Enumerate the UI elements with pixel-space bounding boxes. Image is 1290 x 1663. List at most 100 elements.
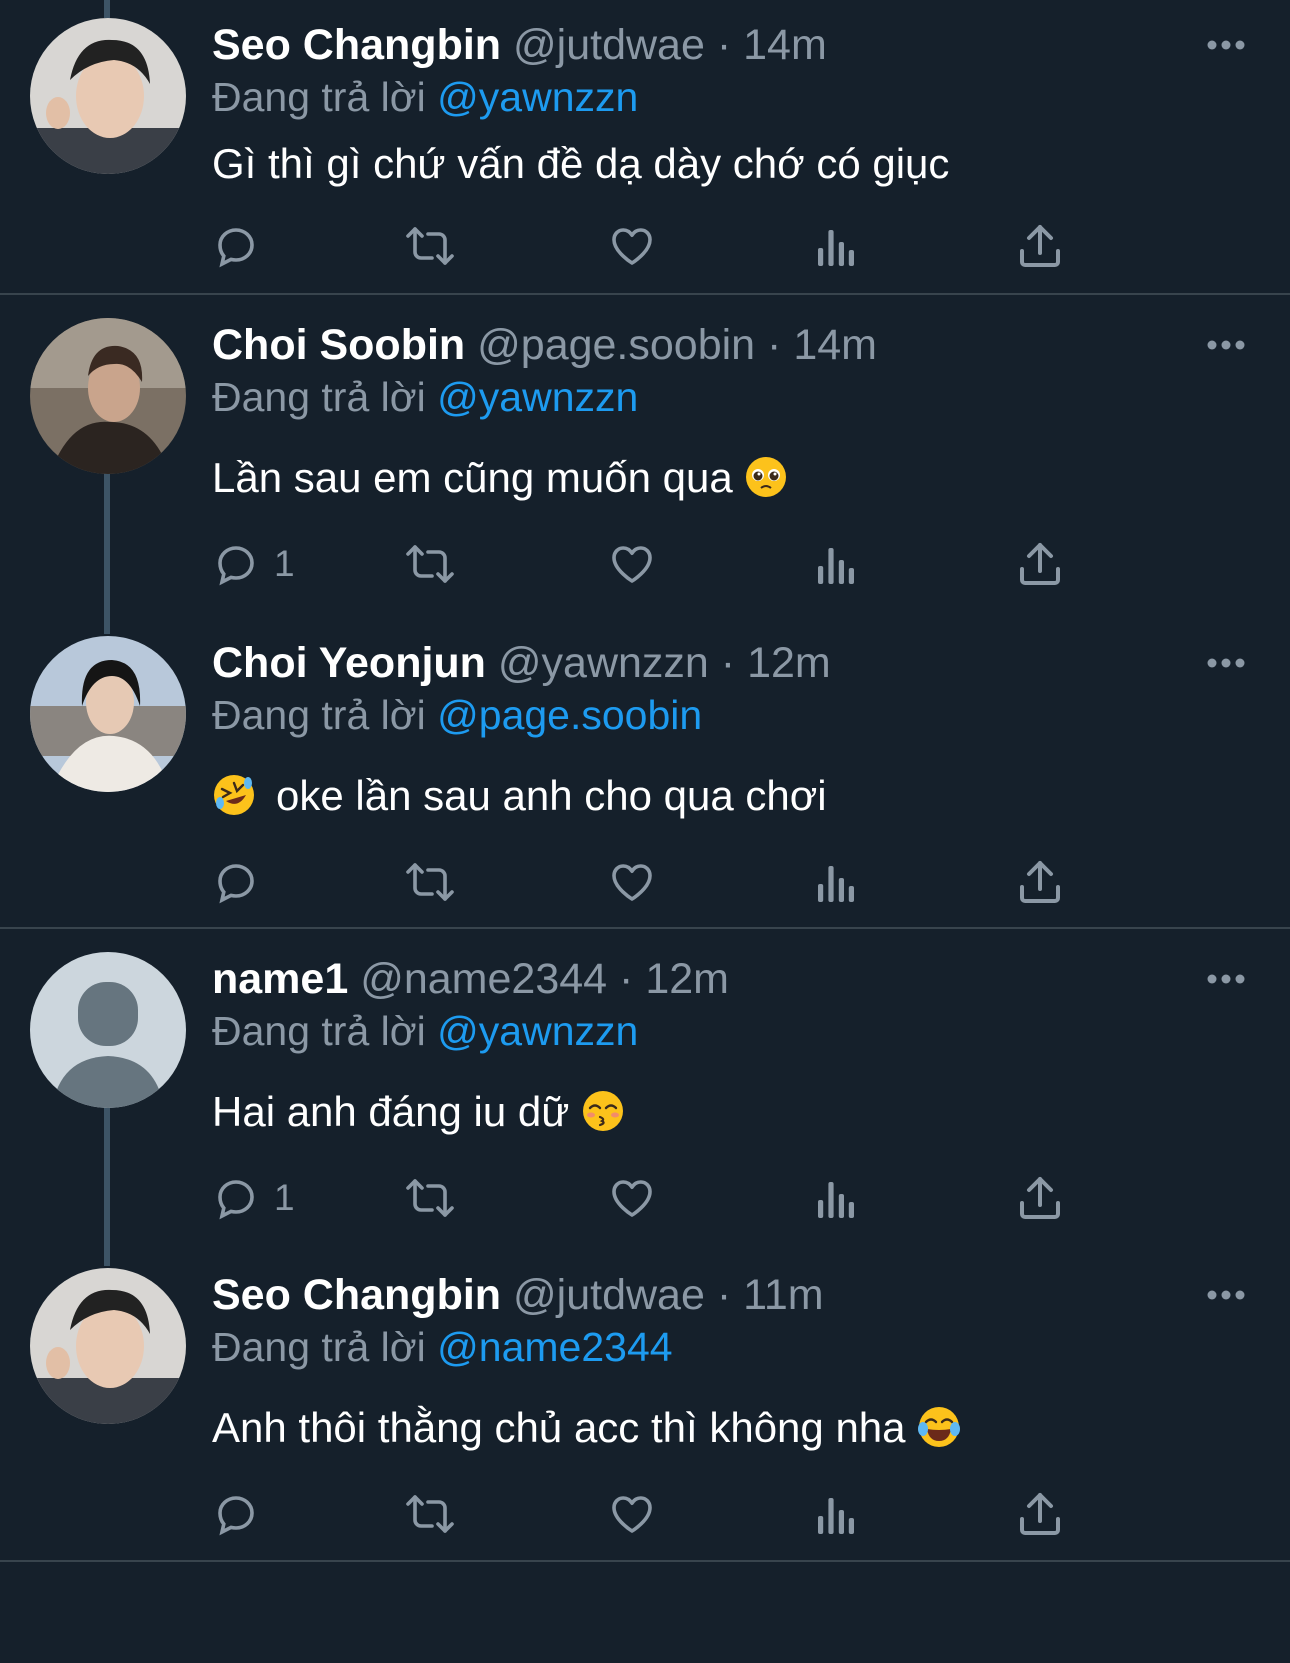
retweet-icon [404, 222, 456, 270]
more-options-icon[interactable] [1206, 1288, 1246, 1300]
analytics-icon [816, 542, 856, 586]
tweet-text-content: Anh thôi thằng chủ acc thì không nha [212, 1404, 906, 1451]
timestamp[interactable]: 12m [645, 955, 729, 1003]
retweet-button[interactable] [404, 854, 456, 910]
reply-button[interactable] [212, 218, 274, 274]
share-button[interactable] [1018, 218, 1062, 274]
views-button[interactable] [816, 536, 856, 592]
separator-dot: · [720, 639, 736, 687]
separator-dot: · [716, 21, 732, 69]
tweet-text: oke lần sau anh cho qua chơi [212, 768, 827, 824]
tweet[interactable]: Seo Changbin @jutdwae · 11m Đang trả lời… [0, 1248, 1290, 1560]
reply-label: Đang trả lời [212, 692, 426, 738]
reply-label: Đang trả lời [212, 1008, 426, 1054]
tweet[interactable]: Seo Changbin @jutdwae · 14m Đang trả lời… [0, 0, 1290, 294]
divider [0, 293, 1290, 295]
timestamp[interactable]: 12m [747, 639, 831, 687]
reply-icon [212, 1174, 260, 1222]
share-button[interactable] [1018, 1486, 1062, 1542]
retweet-button[interactable] [404, 536, 456, 592]
tweet[interactable]: Choi Yeonjun @yawnzzn · 12m Đang trả lời… [0, 614, 1290, 928]
default-avatar[interactable] [30, 952, 186, 1108]
tweet-text: Gì thì gì chứ vấn đề dạ dày chớ có giục [212, 136, 949, 192]
more-options-icon[interactable] [1206, 972, 1246, 984]
display-name[interactable]: name1 [212, 955, 348, 1003]
reply-button[interactable]: 1 [212, 1170, 295, 1226]
tweet-text-content: Gì thì gì chứ vấn đề dạ dày chớ có giục [212, 140, 950, 187]
separator-dot: · [619, 955, 634, 1003]
reply-count: 1 [274, 543, 295, 584]
reply-button[interactable]: 1 [212, 536, 295, 592]
mention-link[interactable]: @yawnzzn [437, 74, 638, 120]
tweet[interactable]: name1 @name2344 · 12m Đang trả lời @yawn… [0, 930, 1290, 1248]
views-button[interactable] [816, 218, 856, 274]
reply-count: 1 [274, 1177, 295, 1218]
share-icon [1018, 1491, 1062, 1537]
display-name[interactable]: Choi Yeonjun [212, 639, 486, 687]
like-button[interactable] [608, 1486, 656, 1542]
share-button[interactable] [1018, 536, 1062, 592]
like-button[interactable] [608, 218, 656, 274]
user-handle[interactable]: @jutdwae [513, 21, 705, 69]
tweet-text-content: Lần sau em cũng muốn qua [212, 454, 733, 501]
views-button[interactable] [816, 1170, 856, 1226]
user-handle[interactable]: @name2344 [360, 955, 607, 1003]
mention-link[interactable]: @yawnzzn [437, 1008, 638, 1054]
tweet-header: name1 @name2344 · 12m [212, 954, 729, 1004]
reply-button[interactable] [212, 1486, 274, 1542]
divider [0, 1560, 1290, 1562]
retweet-button[interactable] [404, 1170, 456, 1226]
heart-icon [608, 540, 656, 588]
reply-icon [212, 222, 260, 270]
mention-link[interactable]: @page.soobin [437, 692, 702, 738]
avatar[interactable] [30, 636, 186, 792]
heart-icon [608, 222, 656, 270]
like-button[interactable] [608, 854, 656, 910]
views-button[interactable] [816, 854, 856, 910]
timestamp[interactable]: 11m [743, 1271, 823, 1319]
tweet-text: Lần sau em cũng muốn qua [212, 450, 788, 506]
more-options-icon[interactable] [1206, 338, 1246, 350]
views-button[interactable] [816, 1486, 856, 1542]
like-button[interactable] [608, 1170, 656, 1226]
tweet-header: Choi Soobin @page.soobin · 14m [212, 320, 877, 370]
timestamp[interactable]: 14m [743, 21, 827, 69]
tweet-text-content: oke lần sau anh cho qua chơi [276, 772, 827, 819]
more-options-icon[interactable] [1206, 656, 1246, 668]
separator-dot: · [767, 321, 782, 369]
like-button[interactable] [608, 536, 656, 592]
display-name[interactable]: Choi Soobin [212, 321, 465, 369]
tweet-header: Seo Changbin @jutdwae · 14m [212, 20, 827, 70]
share-icon [1018, 541, 1062, 587]
avatar[interactable] [30, 18, 186, 174]
tears-of-joy-emoji [917, 1405, 961, 1449]
display-name[interactable]: Seo Changbin [212, 21, 501, 69]
avatar[interactable] [30, 1268, 186, 1424]
retweet-button[interactable] [404, 218, 456, 274]
tweet-header: Seo Changbin @jutdwae · 11m [212, 1270, 824, 1320]
tweet-actions: 1 [212, 1170, 1212, 1226]
share-button[interactable] [1018, 854, 1062, 910]
mention-link[interactable]: @name2344 [437, 1324, 672, 1370]
heart-icon [608, 1174, 656, 1222]
user-handle[interactable]: @page.soobin [477, 321, 755, 369]
retweet-icon [404, 1490, 456, 1538]
mention-link[interactable]: @yawnzzn [437, 374, 638, 420]
share-icon [1018, 1175, 1062, 1221]
heart-icon [608, 1490, 656, 1538]
retweet-icon [404, 1174, 456, 1222]
reply-button[interactable] [212, 854, 274, 910]
reply-icon [212, 540, 260, 588]
avatar[interactable] [30, 318, 186, 474]
share-button[interactable] [1018, 1170, 1062, 1226]
more-options-icon[interactable] [1206, 38, 1246, 50]
tweet[interactable]: Choi Soobin @page.soobin · 14m Đang trả … [0, 296, 1290, 614]
display-name[interactable]: Seo Changbin [212, 1271, 501, 1319]
divider [0, 927, 1290, 929]
retweet-icon [404, 540, 456, 588]
timestamp[interactable]: 14m [793, 321, 877, 369]
user-handle[interactable]: @yawnzzn [498, 639, 709, 687]
retweet-button[interactable] [404, 1486, 456, 1542]
user-handle[interactable]: @jutdwae [513, 1271, 705, 1319]
reply-context: Đang trả lời @name2344 [212, 1322, 673, 1372]
